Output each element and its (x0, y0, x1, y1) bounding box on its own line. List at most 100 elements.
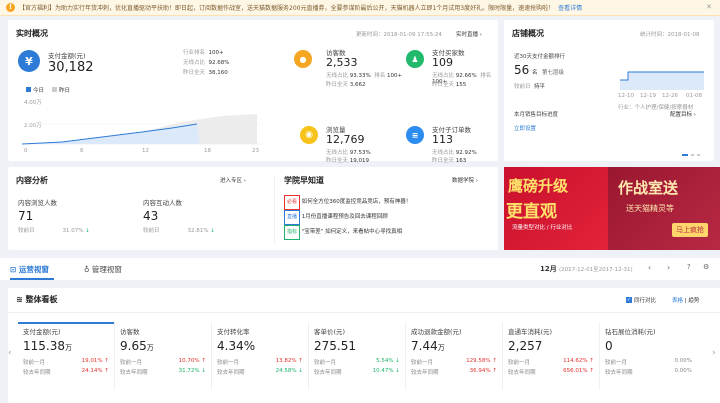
tab-operations[interactable]: ⊡ 运营视窗 (10, 264, 49, 275)
board-title: ≋ 整体看板 (16, 295, 58, 304)
speaker-icon: ! (6, 3, 15, 12)
banner-left-line3: 流量类型对比 / 行业对比 (512, 225, 573, 231)
store-stat-time: 统计时间：2018-01-08 (640, 32, 700, 38)
kpi-label: 访客数 (120, 328, 140, 336)
kpi-card[interactable]: 访客数 9.65万较前一月 10.70% ↑ 较去年同期 31.72% ↓ (115, 322, 212, 390)
settings-icon[interactable]: ⚙ (703, 263, 709, 271)
buyers-icon: ♟ (406, 50, 424, 68)
notice-text: 【官方福利】为助力实行年货冲刺，优化直播驱动平扶助！即日起，订阅数据作战室，送天… (19, 5, 555, 12)
kpi-cmp-month: 较前一月 129.58% ↑ (411, 358, 497, 366)
kpi-label: 支付转化率 (217, 328, 250, 336)
kpi-cmp-year: 较去年同期 10.47% ↓ (314, 368, 400, 376)
kpi-value: 0 (605, 339, 613, 353)
banner-grab-button[interactable]: 马上疯抢 (672, 223, 708, 237)
compare-checkbox[interactable]: ✓ 同行对比 (626, 296, 656, 304)
kpi-card[interactable]: 钻石展位消耗(元) 0 较前一月 0.00% 较去年同期 0.00% (600, 322, 697, 390)
content-interact-cmp: 较前日 32.81% ↓ (143, 228, 215, 234)
kpi-cmp-month: 较前一月 114.62% ↑ (508, 358, 594, 366)
kpi-value: 4.34% (217, 339, 256, 353)
rank-prev: 较前日 持平 (514, 84, 546, 90)
kpi-cmp-year: 较去年同期 24.14% ↑ (23, 368, 109, 376)
target-config-link[interactable]: 配置目标 › (670, 110, 696, 118)
view-switch[interactable]: 表格 | 趋势 (672, 296, 699, 304)
academy-link[interactable]: 数据学院 › (452, 176, 478, 184)
realtime-live-link[interactable]: 实时直播 › (456, 30, 482, 38)
kpi-label: 直通车消耗(元) (508, 328, 553, 336)
kpi-value: 115.38万 (23, 339, 72, 353)
notice-bar: ! 【官方福利】为助力实行年货冲刺，优化直播驱动平扶助！即日起，订阅数据作战室，… (0, 0, 720, 16)
kpi-label: 客单价(元) (314, 328, 346, 336)
orders-icon: ≡ (406, 126, 424, 144)
kpi-value: 275.51 (314, 339, 356, 353)
close-icon[interactable]: ✕ (706, 3, 712, 11)
next-kpi-icon[interactable]: › (712, 348, 716, 358)
kpi-card[interactable]: 直通车消耗(元) 2,257 较前一月 114.62% ↑ 较去年同期 656.01% ↑ (503, 322, 600, 390)
banner-right-line1: 作战室送 (618, 179, 679, 197)
update-time: 更新时间：2018-01-09 17:55:24 (356, 32, 442, 38)
kpi-cmp-month: 较前一月 13.82% ↑ (217, 358, 303, 366)
content-views-cmp: 较前日 31.07% ↓ (18, 228, 90, 234)
tab-management[interactable]: ♁ 管理视窗 (84, 264, 122, 275)
academy-item[interactable]: 指标 "宝带差" 如何定义，来看帖中心寻找真相 (284, 225, 411, 240)
target-title: 本月销售目标进度 (514, 112, 559, 118)
store-pager-dots[interactable] (682, 154, 700, 156)
pay-stats: 行业排名 100+ 无线占比 92.68% 昨日全天 38,160 (183, 50, 230, 76)
kpi-cmp-year: 较去年同期 656.01% ↑ (508, 368, 594, 376)
promo-banner[interactable]: 鹰磅升级 更直观 流量类型对比 / 行业对比 作战室送 送天猫精灵等 马上疯抢 (504, 167, 720, 250)
pay-label: 支付金额(元) (48, 52, 86, 60)
kpi-label: 成功退款金额(元) (411, 328, 462, 336)
rank-label: 近30天支付金额排行 (514, 54, 565, 60)
notice-detail-link[interactable]: 查看详情 (558, 3, 582, 12)
kpi-label: 支付金额(元) (23, 328, 61, 336)
kpi-card[interactable]: 支付金额(元) 115.38万较前一月 19.01% ↑ 较去年同期 24.14% ↑ (18, 322, 115, 390)
banner-right-line2: 送天猫精灵等 (626, 204, 674, 213)
kpi-cmp-year: 较去年同期 31.72% ↓ (120, 368, 206, 376)
kpi-cmp-year: 较去年同期 36.94% ↑ (411, 368, 497, 376)
content-panel: 内容分析 进入专区 › 内容浏览人数 71 较前日 31.07% ↓ 内容互动人… (8, 167, 498, 250)
kpi-card[interactable]: 支付转化率 4.34% 较前一月 13.82% ↑ 较去年同期 24.58% ↓ (212, 322, 309, 390)
realtime-chart (22, 114, 262, 145)
overall-board: ≋ 整体看板 ✓ 同行对比 表格 | 趋势 ‹ › 支付金额(元) 115.38万… (8, 288, 720, 403)
kpi-card[interactable]: 成功退款金额(元) 7.44万较前一月 129.58% ↑ 较去年同期 36.94% ↑ (406, 322, 503, 390)
eye-icon: ◉ (300, 126, 318, 144)
academy-title: 学院早知道 (284, 176, 324, 185)
pay-value: 30,182 (48, 60, 94, 75)
banner-left-line2: 更直观 (506, 202, 557, 222)
period-selector[interactable]: 12月 (2017-12-01至2017-12-31) (540, 264, 633, 274)
content-views-value: 71 (18, 209, 34, 223)
prev-kpi-icon[interactable]: ‹ (8, 348, 12, 358)
kpi-cmp-year: 较去年同期 0.00% (605, 368, 692, 376)
next-period-icon[interactable]: › (667, 263, 670, 272)
realtime-title: 实时概况 (16, 29, 48, 38)
kpi-cmp-month: 较前一月 5.54% ↓ (314, 358, 400, 366)
realtime-panel: 实时概况 更新时间：2018-01-09 17:55:24 实时直播 › ¥ 支… (8, 20, 498, 164)
prev-period-icon[interactable]: ‹ (648, 263, 651, 272)
setup-now-link[interactable]: 立即设置 (514, 124, 536, 132)
content-interact-value: 43 (143, 209, 159, 223)
content-enter-link[interactable]: 进入专区 › (220, 176, 246, 184)
kpi-cmp-month: 较前一月 10.70% ↑ (120, 358, 206, 366)
kpi-value: 2,257 (508, 339, 543, 353)
chart-legend: 今日 昨日 (26, 86, 70, 94)
rank-level: 第七层级 (542, 70, 565, 76)
academy-item[interactable]: 必看 如何全方位360度监控竞品竞店，预有神器！ (284, 195, 411, 210)
layers-icon: ≋ (16, 295, 23, 304)
store-title: 店铺概况 (512, 29, 544, 38)
check-icon: ✓ (626, 297, 632, 303)
kpi-cmp-year: 较去年同期 24.58% ↓ (217, 368, 303, 376)
kpi-value: 7.44万 (411, 339, 445, 353)
rank-unit: 名 (532, 70, 538, 76)
view-tabs-bar: ⊡ 运营视窗 ♁ 管理视窗 12月 (2017-12-01至2017-12-31… (0, 258, 720, 280)
content-views-label: 内容浏览人数 (18, 199, 57, 207)
help-icon[interactable]: ? (687, 263, 691, 271)
academy-item[interactable]: 直播 1月份直播课程预告及回去课程回顾 (284, 210, 411, 225)
content-title: 内容分析 (16, 176, 48, 185)
yen-icon: ¥ (18, 50, 40, 72)
rank-value: 56 (514, 63, 530, 77)
kpi-cmp-month: 较前一月 0.00% (605, 358, 692, 366)
kpi-label: 钻石展位消耗(元) (605, 328, 656, 336)
kpi-cmp-month: 较前一月 19.01% ↑ (23, 358, 109, 366)
kpi-value: 9.65万 (120, 339, 154, 353)
kpi-card[interactable]: 客单价(元) 275.51 较前一月 5.54% ↓ 较去年同期 10.47% ↓ (309, 322, 406, 390)
store-panel: 店铺概况 统计时间：2018-01-08 近30天支付金额排行 56 名 第七层… (504, 20, 714, 161)
